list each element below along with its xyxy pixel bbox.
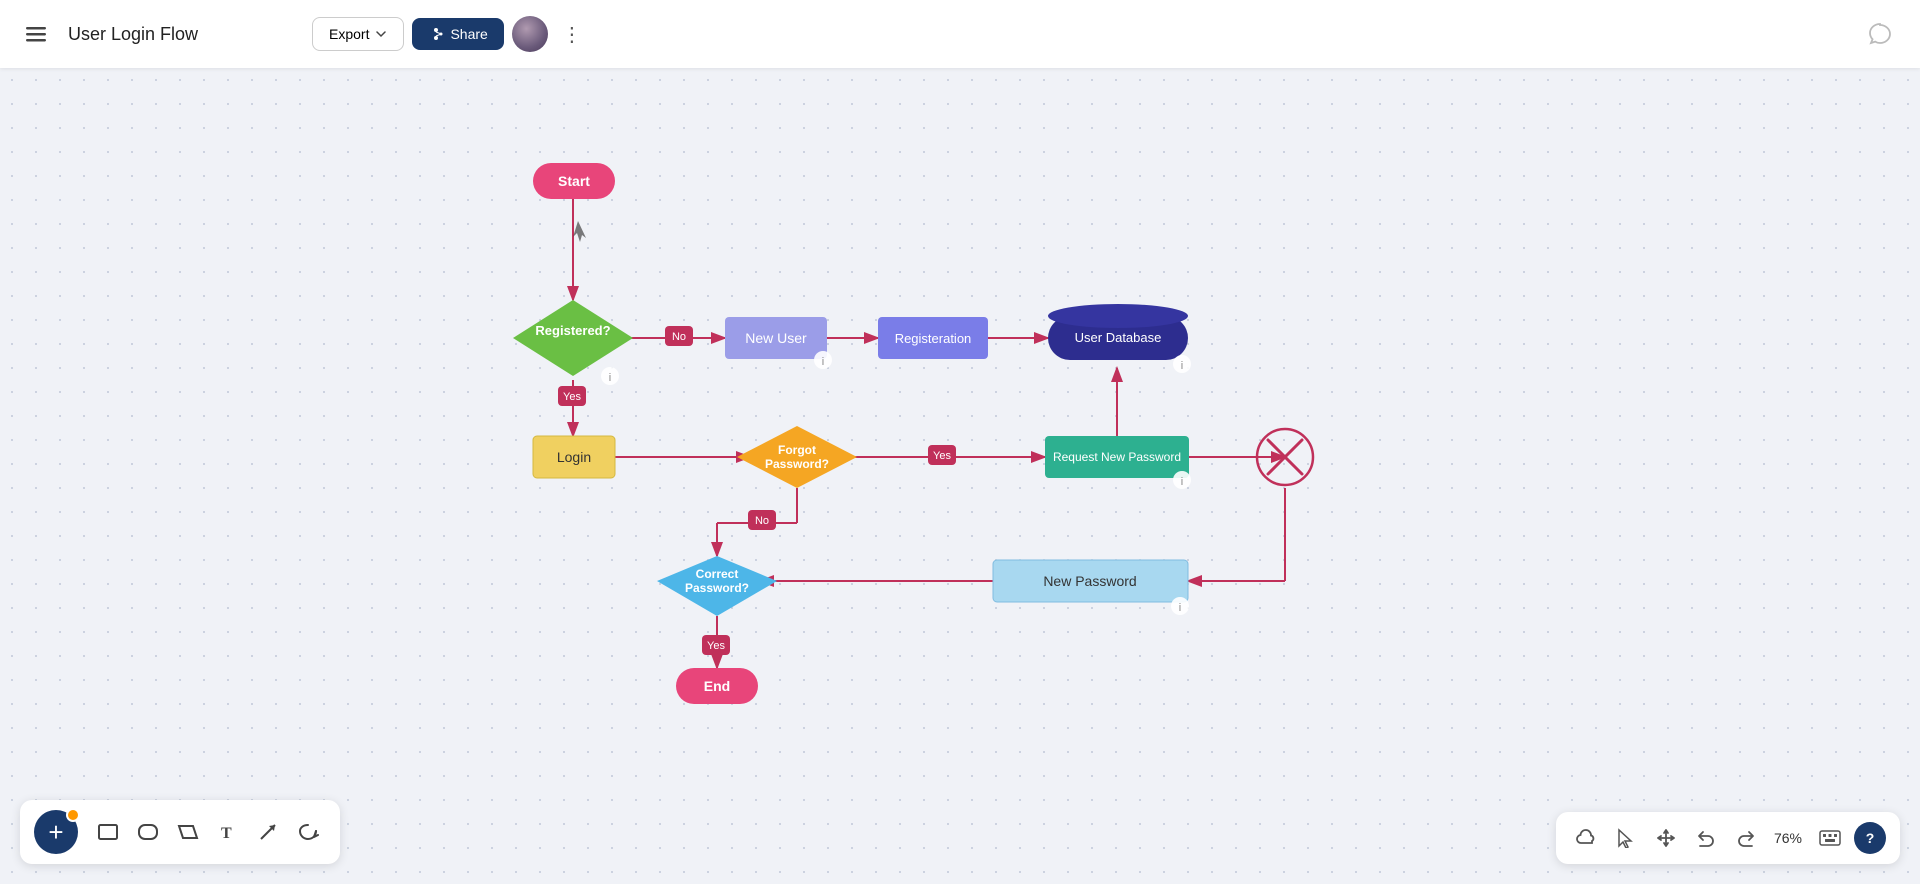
text-icon: T bbox=[217, 821, 239, 843]
svg-text:i: i bbox=[822, 356, 824, 368]
chevron-down-icon bbox=[375, 28, 387, 40]
svg-text:Registered?: Registered? bbox=[535, 323, 610, 338]
lasso-icon bbox=[297, 821, 319, 843]
share-icon bbox=[428, 26, 444, 42]
svg-text:Yes: Yes bbox=[563, 391, 581, 403]
svg-text:No: No bbox=[672, 331, 686, 343]
svg-text:New User: New User bbox=[745, 330, 807, 346]
header: Export Share ⋮ bbox=[0, 0, 1920, 68]
svg-text:i: i bbox=[1181, 360, 1183, 372]
help-button[interactable]: ? bbox=[1854, 822, 1886, 854]
cloud-save-button[interactable] bbox=[1570, 822, 1602, 854]
svg-text:User Database: User Database bbox=[1075, 330, 1162, 345]
svg-text:No: No bbox=[755, 515, 769, 527]
cloud-icon bbox=[1575, 829, 1597, 847]
chat-icon bbox=[1866, 20, 1894, 48]
svg-text:New Password: New Password bbox=[1043, 573, 1136, 589]
canvas[interactable]: No Yes Yes No Yes Start Registered? i Lo… bbox=[0, 68, 1920, 884]
undo-button[interactable] bbox=[1690, 822, 1722, 854]
svg-text:Forgot: Forgot bbox=[778, 443, 816, 457]
svg-text:Start: Start bbox=[558, 173, 590, 189]
avatar[interactable] bbox=[512, 16, 548, 52]
svg-text:Correct: Correct bbox=[696, 567, 739, 581]
keyboard-icon bbox=[1819, 830, 1841, 846]
share-button[interactable]: Share bbox=[412, 18, 503, 50]
pan-icon bbox=[1656, 828, 1676, 848]
select-tool-button[interactable] bbox=[1610, 822, 1642, 854]
add-button[interactable]: + bbox=[34, 810, 78, 854]
bottom-right-toolbar: 76% ? bbox=[1556, 812, 1900, 864]
rounded-rect-tool-button[interactable] bbox=[130, 814, 166, 850]
diagram-title-input[interactable] bbox=[68, 24, 300, 45]
menu-icon bbox=[26, 24, 46, 44]
undo-icon bbox=[1696, 829, 1716, 847]
redo-button[interactable] bbox=[1730, 822, 1762, 854]
svg-text:T: T bbox=[221, 825, 232, 842]
svg-text:Password?: Password? bbox=[765, 457, 829, 471]
parallelogram-tool-button[interactable] bbox=[170, 814, 206, 850]
export-button[interactable]: Export bbox=[312, 17, 404, 51]
lasso-tool-button[interactable] bbox=[290, 814, 326, 850]
cursor-icon bbox=[1617, 828, 1635, 848]
svg-text:i: i bbox=[609, 372, 611, 384]
rectangle-tool-button[interactable] bbox=[90, 814, 126, 850]
svg-text:End: End bbox=[704, 678, 730, 694]
arrow-tool-button[interactable] bbox=[250, 814, 286, 850]
svg-text:Yes: Yes bbox=[933, 450, 951, 462]
more-options-button[interactable]: ⋮ bbox=[556, 18, 588, 50]
rounded-rect-icon bbox=[137, 821, 159, 843]
bottom-toolbar: + T bbox=[20, 800, 340, 864]
keyboard-shortcuts-button[interactable] bbox=[1814, 822, 1846, 854]
arrow-icon bbox=[257, 821, 279, 843]
svg-text:i: i bbox=[1179, 602, 1181, 614]
rectangle-icon bbox=[97, 821, 119, 843]
chat-button[interactable] bbox=[1860, 14, 1900, 54]
parallelogram-icon bbox=[177, 821, 199, 843]
svg-text:Request New Password: Request New Password bbox=[1053, 450, 1181, 464]
pan-tool-button[interactable] bbox=[1650, 822, 1682, 854]
menu-button[interactable] bbox=[16, 14, 56, 54]
zoom-level-text: 76% bbox=[1770, 830, 1806, 846]
svg-text:Password?: Password? bbox=[685, 581, 749, 595]
redo-icon bbox=[1736, 829, 1756, 847]
svg-text:i: i bbox=[1181, 476, 1183, 488]
add-button-badge bbox=[66, 808, 80, 822]
header-actions: Export Share ⋮ bbox=[312, 16, 588, 52]
svg-text:Yes: Yes bbox=[707, 640, 725, 652]
flowchart-svg: No Yes Yes No Yes Start Registered? i Lo… bbox=[0, 68, 1920, 884]
text-tool-button[interactable]: T bbox=[210, 814, 246, 850]
svg-text:Registeration: Registeration bbox=[895, 331, 972, 346]
svg-text:Login: Login bbox=[557, 449, 591, 465]
